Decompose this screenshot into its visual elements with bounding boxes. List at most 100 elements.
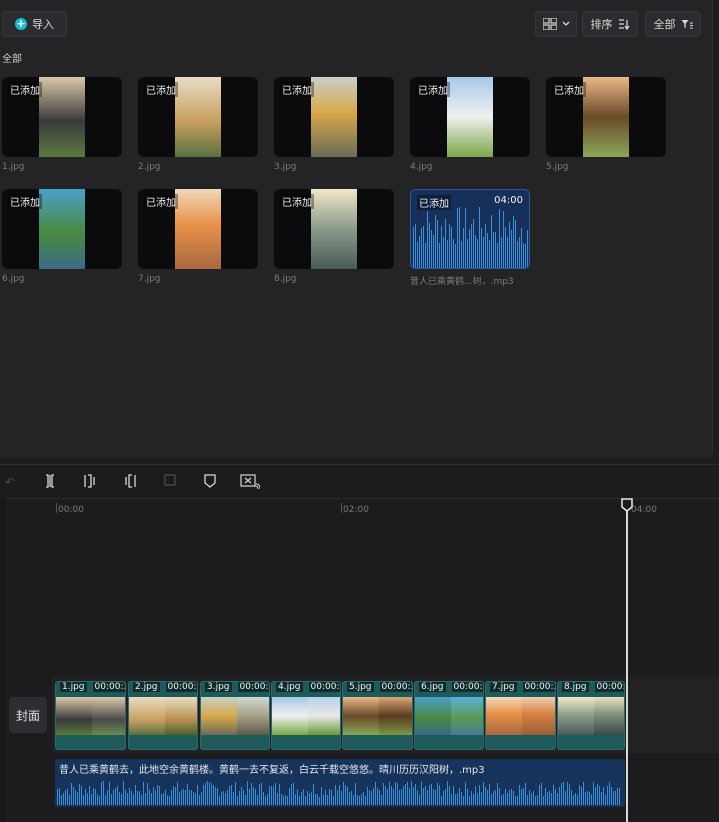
waveform-bar (581, 787, 582, 805)
marker-icon[interactable] (202, 474, 218, 490)
waveform-bar (449, 224, 450, 268)
filter-button[interactable]: 全部 (645, 11, 701, 37)
media-item[interactable]: 已添加 1.jpg (2, 77, 122, 172)
waveform-bar (419, 236, 420, 268)
clip-name: 8.jpg (562, 682, 589, 692)
waveform-bar (491, 215, 492, 268)
media-thumbnail[interactable]: 已添加 (138, 189, 258, 269)
audio-clip[interactable]: 昔人已乘黄鹤去，此地空余黄鹤楼。黄鹤一去不复返，白云千载空悠悠。晴川历历汉阳树，… (55, 759, 625, 807)
waveform-bar (233, 792, 234, 805)
added-badge: 已添加 (8, 194, 42, 209)
waveform-bar (519, 785, 520, 805)
media-thumbnail[interactable]: 已添加 (2, 77, 122, 157)
media-filename: 1.jpg (2, 162, 25, 172)
waveform-bar (279, 784, 280, 805)
clip-name: 7.jpg (490, 682, 517, 692)
waveform-bar (369, 790, 370, 805)
waveform-bar (425, 786, 426, 805)
waveform-bar (597, 784, 598, 805)
timeline-ruler[interactable]: 00:00 02:00 04:00 (0, 498, 719, 521)
waveform-bar (191, 790, 192, 805)
waveform-bar (511, 230, 512, 268)
media-thumbnail[interactable]: 已添加 (2, 189, 122, 269)
media-thumbnail[interactable]: 已添加 (138, 77, 258, 157)
waveform-bar (243, 790, 244, 805)
trim-right-icon[interactable] (122, 474, 138, 490)
playhead[interactable] (626, 506, 628, 822)
waveform-bar (371, 791, 372, 805)
clip-thumbnails (129, 697, 197, 735)
waveform-bar (229, 786, 230, 805)
timeline-clip[interactable]: 2.jpg 00:00:3 (128, 681, 198, 750)
timeline-clip[interactable]: 5.jpg 00:00:3 (342, 681, 413, 750)
split-icon[interactable] (42, 474, 58, 490)
waveform-bar (367, 787, 368, 805)
media-thumbnail[interactable]: 已添加 (410, 77, 530, 157)
media-item[interactable]: 已添加 5.jpg (546, 77, 666, 172)
timeline-clip[interactable]: 8.jpg 00:00:2 (557, 681, 625, 750)
sort-label: 排序 (590, 18, 613, 31)
media-item[interactable]: 已添加 7.jpg (138, 189, 258, 284)
timeline-gutter (0, 498, 6, 822)
media-item[interactable]: 已添加 6.jpg (2, 189, 122, 284)
waveform-bar (487, 233, 488, 268)
playhead-handle[interactable] (621, 498, 633, 512)
timeline-clip[interactable]: 6.jpg 00:00:2 (414, 681, 484, 750)
media-item[interactable]: 已添加 2.jpg (138, 77, 258, 172)
media-thumbnail[interactable]: 已添加 (546, 77, 666, 157)
waveform-bar (163, 793, 164, 805)
sort-button[interactable]: 排序 (582, 11, 638, 37)
media-item[interactable]: 已添加 3.jpg (274, 77, 394, 172)
undo-icon[interactable]: ↶ (2, 474, 18, 490)
waveform-bar (491, 794, 492, 805)
waveform-bar (479, 207, 480, 268)
waveform-bar (435, 215, 436, 268)
waveform-bar (445, 219, 446, 268)
waveform-bar (189, 790, 190, 805)
waveform-bar (67, 789, 68, 805)
waveform-bar (583, 782, 584, 805)
media-item[interactable]: 已添加 4.jpg (410, 77, 530, 172)
view-mode-button[interactable] (535, 11, 577, 37)
import-button[interactable]: + 导入 (2, 11, 67, 37)
waveform-bar (107, 790, 108, 805)
waveform-bar (159, 786, 160, 805)
waveform-bar (599, 786, 600, 805)
timeline-clip[interactable]: 3.jpg 00:00:2 (200, 681, 270, 750)
waveform-bar (463, 796, 464, 805)
ruler-tick (56, 503, 57, 513)
waveform-bar (587, 791, 588, 805)
timeline-clip[interactable]: 7.jpg 00:00:3 (485, 681, 556, 750)
thumbnail-image (447, 77, 493, 157)
delete-icon[interactable] (162, 474, 178, 490)
waveform-bar (611, 787, 612, 805)
media-item[interactable]: 已添加 8.jpg (274, 189, 394, 284)
trim-left-icon[interactable] (82, 474, 98, 490)
waveform-bar (549, 791, 550, 805)
timeline-clip[interactable]: 4.jpg 00:00:2 (271, 681, 341, 750)
waveform-bar (281, 794, 282, 805)
waveform-bar (251, 783, 252, 805)
media-thumbnail[interactable]: 已添加 (274, 77, 394, 157)
clip-name: 1.jpg (60, 682, 87, 692)
waveform-bar (467, 239, 468, 268)
waveform-bar (143, 782, 144, 805)
media-thumbnail[interactable]: 已添加 (274, 189, 394, 269)
waveform-bar (215, 787, 216, 805)
clip-name: 4.jpg (276, 682, 303, 692)
waveform-bar (335, 785, 336, 805)
media-item[interactable]: 已添加 04:00 昔人已乘黄鹤...树，.mp3 (410, 189, 530, 287)
waveform-bar (393, 789, 394, 805)
waveform-bar (461, 792, 462, 805)
waveform-bar (547, 792, 548, 805)
timeline-clip[interactable]: 1.jpg 00:00:3 (55, 681, 126, 750)
clip-name: 3.jpg (205, 682, 232, 692)
waveform-bar (403, 786, 404, 805)
waveform-bar (499, 788, 500, 805)
waveform-bar (499, 209, 500, 268)
auto-cut-icon[interactable] (240, 474, 261, 490)
cover-button[interactable]: 封面 (9, 697, 47, 733)
waveform-bar (305, 796, 306, 805)
audio-thumbnail[interactable]: 已添加 04:00 (410, 189, 530, 269)
waveform-bar (303, 789, 304, 805)
